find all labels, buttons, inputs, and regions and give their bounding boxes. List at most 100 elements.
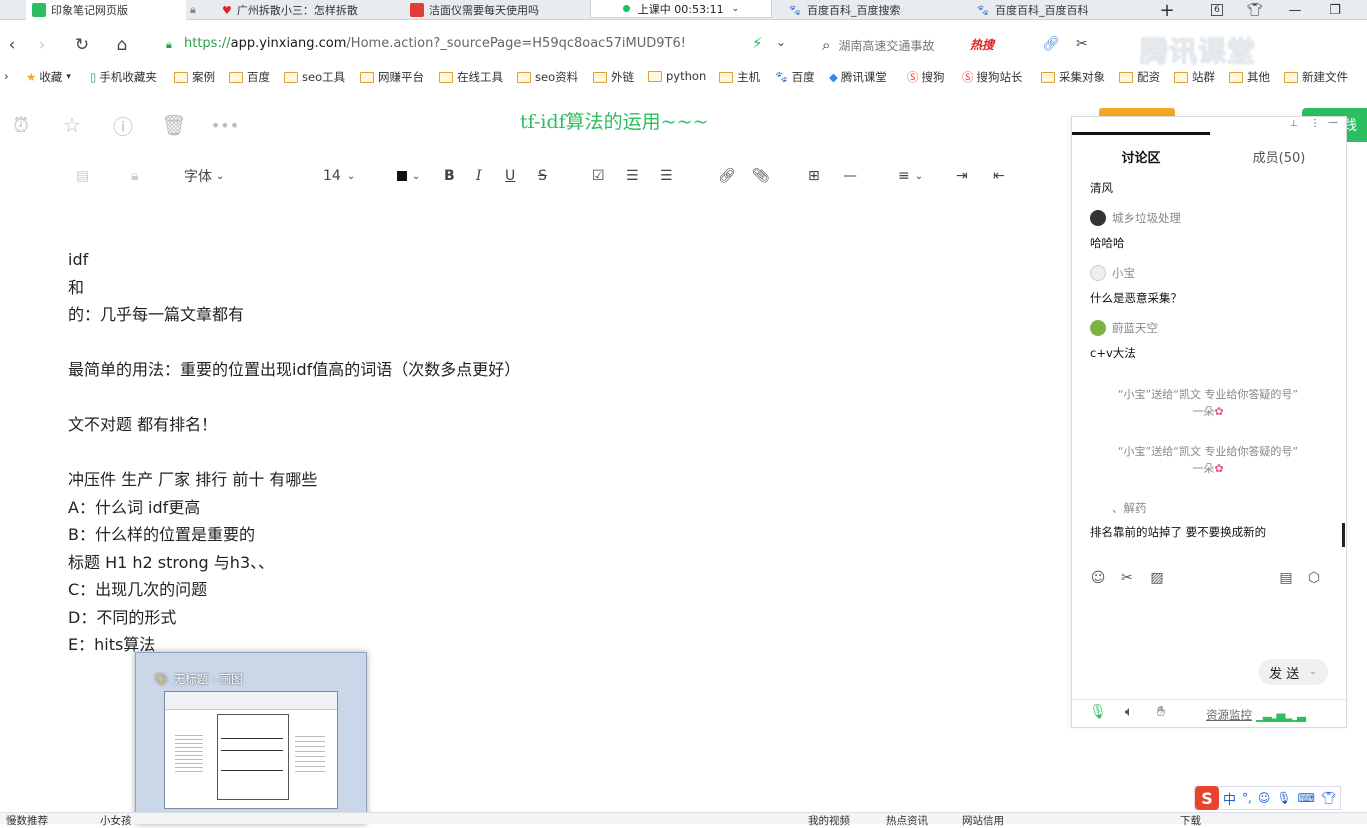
scissors-icon[interactable]: ✂︎ — [1076, 36, 1088, 52]
indent-icon[interactable]: ⇥ — [956, 166, 968, 186]
new-tab-button[interactable]: + — [1152, 0, 1182, 21]
home-button[interactable]: ⌂ — [110, 33, 134, 57]
image-icon[interactable]: ▨ — [1148, 569, 1166, 587]
tab-count-button[interactable]: 6 — [1202, 0, 1232, 20]
bookmark-folder[interactable]: 主机 — [719, 69, 760, 85]
scissors-icon[interactable]: ✂︎ — [1118, 569, 1136, 587]
sogou-icon: Ⓢ — [907, 70, 919, 84]
bookmark-favorites[interactable]: ★ 收藏 ▾ — [26, 69, 71, 85]
avatar — [1090, 320, 1106, 336]
download-link[interactable]: 下载 — [1180, 813, 1201, 828]
bookmark-folder[interactable]: seo资料 — [517, 69, 578, 85]
bookmark-sogou[interactable]: Ⓢ 搜狗 — [907, 69, 945, 85]
bookmark-folder[interactable]: 新建文件 — [1284, 69, 1348, 85]
status-link[interactable]: 我的视频 — [808, 813, 850, 828]
notebook-icon[interactable]: ▤ — [76, 166, 89, 186]
strikethrough-button[interactable]: S — [538, 166, 547, 186]
bookmark-folder[interactable]: 百度 — [229, 69, 270, 85]
back-button[interactable]: ‹ — [0, 33, 24, 57]
minimize-icon[interactable]: — — [1328, 117, 1338, 128]
emoji-icon[interactable]: ☺ — [1089, 569, 1107, 587]
bookmark-folder[interactable]: 采集对象 — [1041, 69, 1105, 85]
bookmark-mobile[interactable]: ▯ 手机收藏夹 — [90, 69, 157, 85]
checkbox-icon[interactable]: ☑︎ — [592, 166, 605, 186]
outdent-icon[interactable]: ⇤ — [993, 166, 1005, 186]
bookmark-folder[interactable]: seo工具 — [284, 69, 345, 85]
bookmark-baidu[interactable]: 🐾︎ 百度 — [774, 69, 815, 85]
bookmark-sogou-webmaster[interactable]: Ⓢ 搜狗站长 — [962, 69, 1023, 85]
tab-evernote[interactable]: 印象笔记网页版 — [26, 0, 186, 20]
bookmark-folder[interactable]: python — [648, 69, 706, 83]
trash-icon[interactable]: 🗑︎ — [161, 112, 187, 138]
bookmark-folder[interactable]: 其他 — [1229, 69, 1270, 85]
bookmark-folder[interactable]: 在线工具 — [439, 69, 503, 85]
panel-tabs: 讨论区 成员(50) — [1072, 147, 1348, 171]
chat-scrollbar[interactable] — [1342, 523, 1345, 547]
status-link[interactable]: 网站信用 — [962, 813, 1004, 828]
paint-thumbnail-preview[interactable]: 🎨︎ 无标题 - 画图 — [135, 652, 367, 824]
table-icon[interactable]: ⊞ — [808, 166, 820, 186]
more-icon[interactable]: ••• — [211, 112, 239, 138]
font-family-select[interactable]: 字体 ⌄ — [184, 166, 224, 186]
tab-discussion[interactable]: 讨论区 — [1072, 147, 1210, 171]
color-swatch-icon — [397, 171, 407, 181]
bookmark-folder[interactable]: 案例 — [174, 69, 215, 85]
bookmark-folder[interactable]: 配资 — [1119, 69, 1160, 85]
font-size-select[interactable]: 14 ⌄ — [323, 166, 355, 186]
bold-button[interactable]: B — [444, 166, 455, 186]
pin-icon[interactable]: ⊥ — [1290, 119, 1298, 129]
hot-search-link[interactable]: 热搜 — [970, 36, 994, 53]
restore-button[interactable]: ❐ — [1320, 0, 1350, 20]
status-link[interactable]: 热点资讯 — [886, 813, 928, 828]
settings-icon[interactable]: ⬡ — [1305, 569, 1323, 587]
reload-button[interactable]: ↻ — [70, 33, 94, 57]
bookmark-folder[interactable]: 外链 — [593, 69, 634, 85]
tab-baike-search[interactable]: 🐾︎ 百度百科_百度搜索 — [782, 0, 952, 20]
address-bar[interactable]: https://app.yinxiang.com/Home.action?_so… — [184, 36, 686, 51]
tab-facial[interactable]: 洁面仪需要每天使用吗 — [404, 0, 564, 20]
underline-button[interactable]: U — [505, 166, 515, 186]
minimize-button[interactable]: — — [1280, 0, 1310, 20]
orange-button[interactable] — [1099, 108, 1175, 116]
italic-button[interactable]: I — [476, 166, 482, 186]
forward-button[interactable]: › — [30, 33, 54, 57]
link-icon[interactable]: 🔗︎ — [1042, 36, 1060, 52]
link-icon[interactable]: 🔗︎ — [718, 166, 736, 186]
align-icon[interactable]: ≡ ⌄ — [898, 166, 923, 186]
numbered-list-icon[interactable]: ☰ — [660, 166, 673, 186]
tab-baike[interactable]: 🐾︎ 百度百科_百度百科 — [970, 0, 1140, 20]
bullet-list-icon[interactable]: ☰ — [626, 166, 639, 186]
resource-monitor-link[interactable]: 资源监控 ▁▃▂▅▂▁▃ — [1206, 707, 1306, 723]
attachment-icon[interactable]: 📎︎ — [752, 166, 770, 186]
flower-icon: ✿ — [1214, 462, 1224, 475]
note-body[interactable]: idf 和的：几乎每一篇文章都有 最简单的用法：重要的位置出现idf值高的词语（次数… — [68, 246, 520, 659]
message-text: 哈哈哈 — [1090, 236, 1125, 250]
bookmark-tencent[interactable]: ◆ 腾讯课堂 — [829, 69, 887, 85]
shirt-icon[interactable]: 👕︎ — [1240, 0, 1270, 20]
text-color-button[interactable]: ⌄ — [397, 166, 420, 186]
note-title[interactable]: tf-idf算法的运用~~~ — [520, 107, 708, 134]
lightning-icon[interactable]: ⚡︎ — [752, 34, 763, 52]
notes-icon[interactable]: ▤ — [1277, 569, 1295, 587]
live-status[interactable]: 上课中 00:53:11 ⌄ — [590, 0, 772, 18]
bookmark-folder[interactable]: 站群 — [1174, 69, 1215, 85]
info-icon[interactable]: ⓘ — [110, 112, 136, 139]
star-icon[interactable]: ☆ — [59, 112, 85, 138]
search-input[interactable]: ⌕ 湖南高速交通事故 — [822, 36, 934, 54]
bookmark-collapse-arrow[interactable]: › — [4, 69, 9, 83]
status-link[interactable]: 慢数推荐 — [6, 813, 48, 828]
speaker-icon[interactable]: 🔈︎ — [1120, 703, 1138, 721]
microphone-icon[interactable]: 🎙︎ — [1089, 703, 1107, 721]
ime-toolbar[interactable]: S 中 °, ☺ 🎙︎ ⌨︎ 👕︎ — [1194, 786, 1342, 810]
reminder-icon[interactable]: ⏰︎ — [8, 112, 34, 138]
chevron-down-icon[interactable]: ⌄ — [776, 35, 786, 49]
status-link[interactable]: 小女孩 — [100, 813, 132, 828]
more-icon[interactable]: ⋮ — [1310, 118, 1320, 129]
horizontal-rule-icon[interactable]: — — [843, 166, 857, 186]
hand-raise-icon[interactable]: ✋︎ — [1152, 703, 1170, 721]
tab-members[interactable]: 成员(50) — [1210, 147, 1348, 171]
bookmark-folder[interactable]: 网赚平台 — [360, 69, 424, 85]
lock-icon[interactable]: 🔒︎ — [131, 166, 138, 186]
tab-news[interactable]: ♥ 广州拆散小三：怎样拆散 — [216, 0, 376, 20]
send-button[interactable]: 发 送 ⌄ — [1258, 659, 1328, 685]
